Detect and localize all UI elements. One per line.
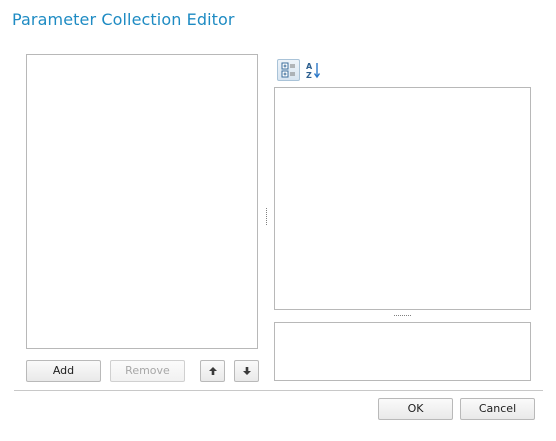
vertical-splitter[interactable] xyxy=(266,208,268,226)
dialog-title: Parameter Collection Editor xyxy=(12,10,235,29)
cancel-button[interactable]: Cancel xyxy=(460,398,535,420)
move-down-button[interactable] xyxy=(234,360,259,382)
svg-text:A: A xyxy=(306,62,313,71)
sort-alphabetical-icon: A Z xyxy=(306,62,321,80)
ok-button[interactable]: OK xyxy=(378,398,453,420)
members-list[interactable] xyxy=(26,54,258,349)
horizontal-splitter[interactable] xyxy=(394,315,412,316)
description-pane xyxy=(274,322,531,381)
categorized-icon xyxy=(281,62,295,78)
svg-text:Z: Z xyxy=(306,71,312,80)
alphabetical-view-button[interactable]: A Z xyxy=(303,59,326,81)
remove-button[interactable]: Remove xyxy=(110,360,185,382)
arrow-up-icon xyxy=(208,367,217,375)
arrow-down-icon xyxy=(242,367,251,375)
move-up-button[interactable] xyxy=(200,360,225,382)
categorized-view-button[interactable] xyxy=(277,59,300,81)
footer-divider xyxy=(14,390,543,391)
add-button[interactable]: Add xyxy=(26,360,101,382)
property-grid[interactable] xyxy=(274,87,531,310)
